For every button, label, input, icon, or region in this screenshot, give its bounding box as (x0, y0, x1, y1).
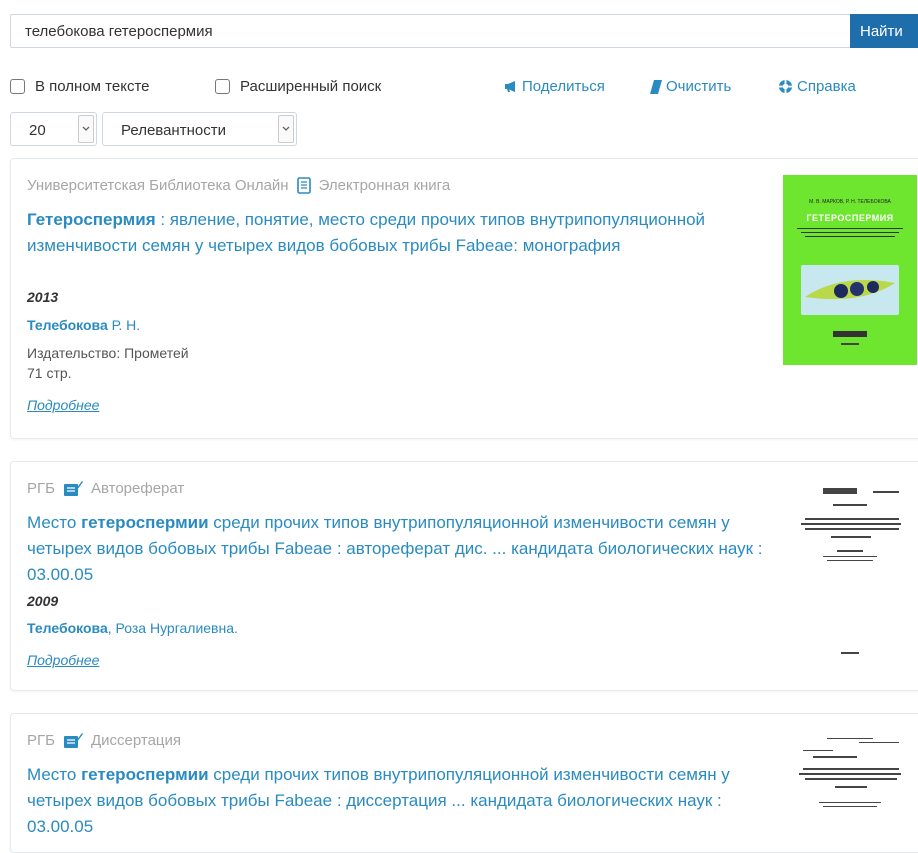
checkbox-box[interactable] (10, 79, 25, 94)
sort-select[interactable]: Релевантности (102, 112, 297, 146)
advanced-search-label: Расширенный поиск (240, 78, 382, 95)
result-details-link[interactable]: Подробнее (27, 652, 99, 668)
author-text: , Роза Нургалиевна. (107, 620, 238, 636)
share-link[interactable]: Поделиться (504, 78, 605, 95)
result-source: РГБ (27, 480, 55, 497)
book-cover[interactable]: М. В. МАРКОВ, Р. Н. ТЕЛЕБОКОВА ГЕТЕРОСПЕ… (783, 175, 917, 365)
search-bar: Найти (10, 14, 918, 48)
search-input[interactable] (10, 14, 850, 48)
result-year: 2009 (27, 593, 59, 609)
author-highlight: Телебокова (27, 620, 108, 636)
title-highlight: гетероспермии (81, 513, 209, 532)
result-title-link[interactable]: Гетероспермия : явление, понятие, место … (27, 207, 767, 259)
help-link[interactable]: Справка (778, 78, 856, 95)
chevron-down-icon[interactable] (278, 115, 294, 143)
chevron-down-icon[interactable] (78, 115, 94, 143)
fulltext-checkbox[interactable]: В полном тексте (10, 78, 150, 95)
per-page-select[interactable]: 20 (10, 112, 97, 146)
result-source: Университетская Библиотека Онлайн (27, 177, 289, 194)
options-row: В полном тексте Расширенный поиск Подели… (10, 78, 910, 98)
cover-authors: М. В. МАРКОВ, Р. Н. ТЕЛЕБОКОВА (809, 199, 891, 205)
document-edit-icon (63, 732, 83, 749)
result-title-link[interactable]: Место гетероспермии среди прочих типов в… (27, 762, 767, 840)
search-button[interactable]: Найти (850, 14, 918, 48)
title-highlight: гетероспермии (81, 765, 209, 784)
result-author-link[interactable]: Телебокова Р. Н. (27, 317, 140, 333)
result-title-link[interactable]: Место гетероспермии среди прочих типов в… (27, 510, 767, 588)
help-label: Справка (797, 78, 856, 95)
advanced-search-checkbox[interactable]: Расширенный поиск (215, 78, 381, 95)
lifebuoy-icon (778, 79, 793, 94)
ebook-icon (296, 177, 311, 194)
per-page-value: 20 (29, 122, 46, 139)
clear-label: Очистить (666, 78, 732, 95)
document-thumbnail[interactable] (783, 478, 917, 668)
author-text: Р. Н. (107, 317, 141, 333)
result-type: Электронная книга (318, 177, 451, 194)
sort-value: Релевантности (121, 122, 226, 139)
result-publisher: Издательство: Прометей (27, 345, 189, 361)
cover-image (801, 265, 899, 315)
cover-title: ГЕТЕРОСПЕРМИЯ (806, 213, 894, 223)
document-thumbnail[interactable] (783, 730, 917, 840)
megaphone-icon (504, 80, 518, 93)
eraser-icon (650, 79, 662, 94)
clear-link[interactable]: Очистить (650, 78, 731, 95)
title-text: Место (27, 765, 82, 784)
result-type: Автореферат (90, 480, 185, 497)
result-pages: 71 стр. (27, 365, 72, 381)
result-type: Диссертация (90, 732, 182, 749)
result-author-link[interactable]: Телебокова, Роза Нургалиевна. (27, 620, 238, 636)
result-card: РГБ Автореферат Место гетероспермии сред… (10, 461, 918, 691)
result-meta: Университетская Библиотека Онлайн Электр… (27, 177, 450, 194)
result-card: РГБ Диссертация Место гетероспермии сред… (10, 713, 918, 853)
result-source: РГБ (27, 732, 55, 749)
fulltext-label: В полном тексте (35, 78, 150, 95)
result-meta: РГБ Диссертация (27, 732, 181, 749)
result-year: 2013 (27, 289, 59, 305)
title-highlight: Гетероспермия (27, 210, 156, 229)
document-edit-icon (63, 480, 83, 497)
result-card: Университетская Библиотека Онлайн Электр… (10, 158, 918, 439)
share-label: Поделиться (522, 78, 605, 95)
author-highlight: Телебокова (27, 317, 108, 333)
checkbox-box[interactable] (215, 79, 230, 94)
result-meta: РГБ Автореферат (27, 480, 184, 497)
title-text: Место (27, 513, 82, 532)
result-details-link[interactable]: Подробнее (27, 397, 99, 413)
